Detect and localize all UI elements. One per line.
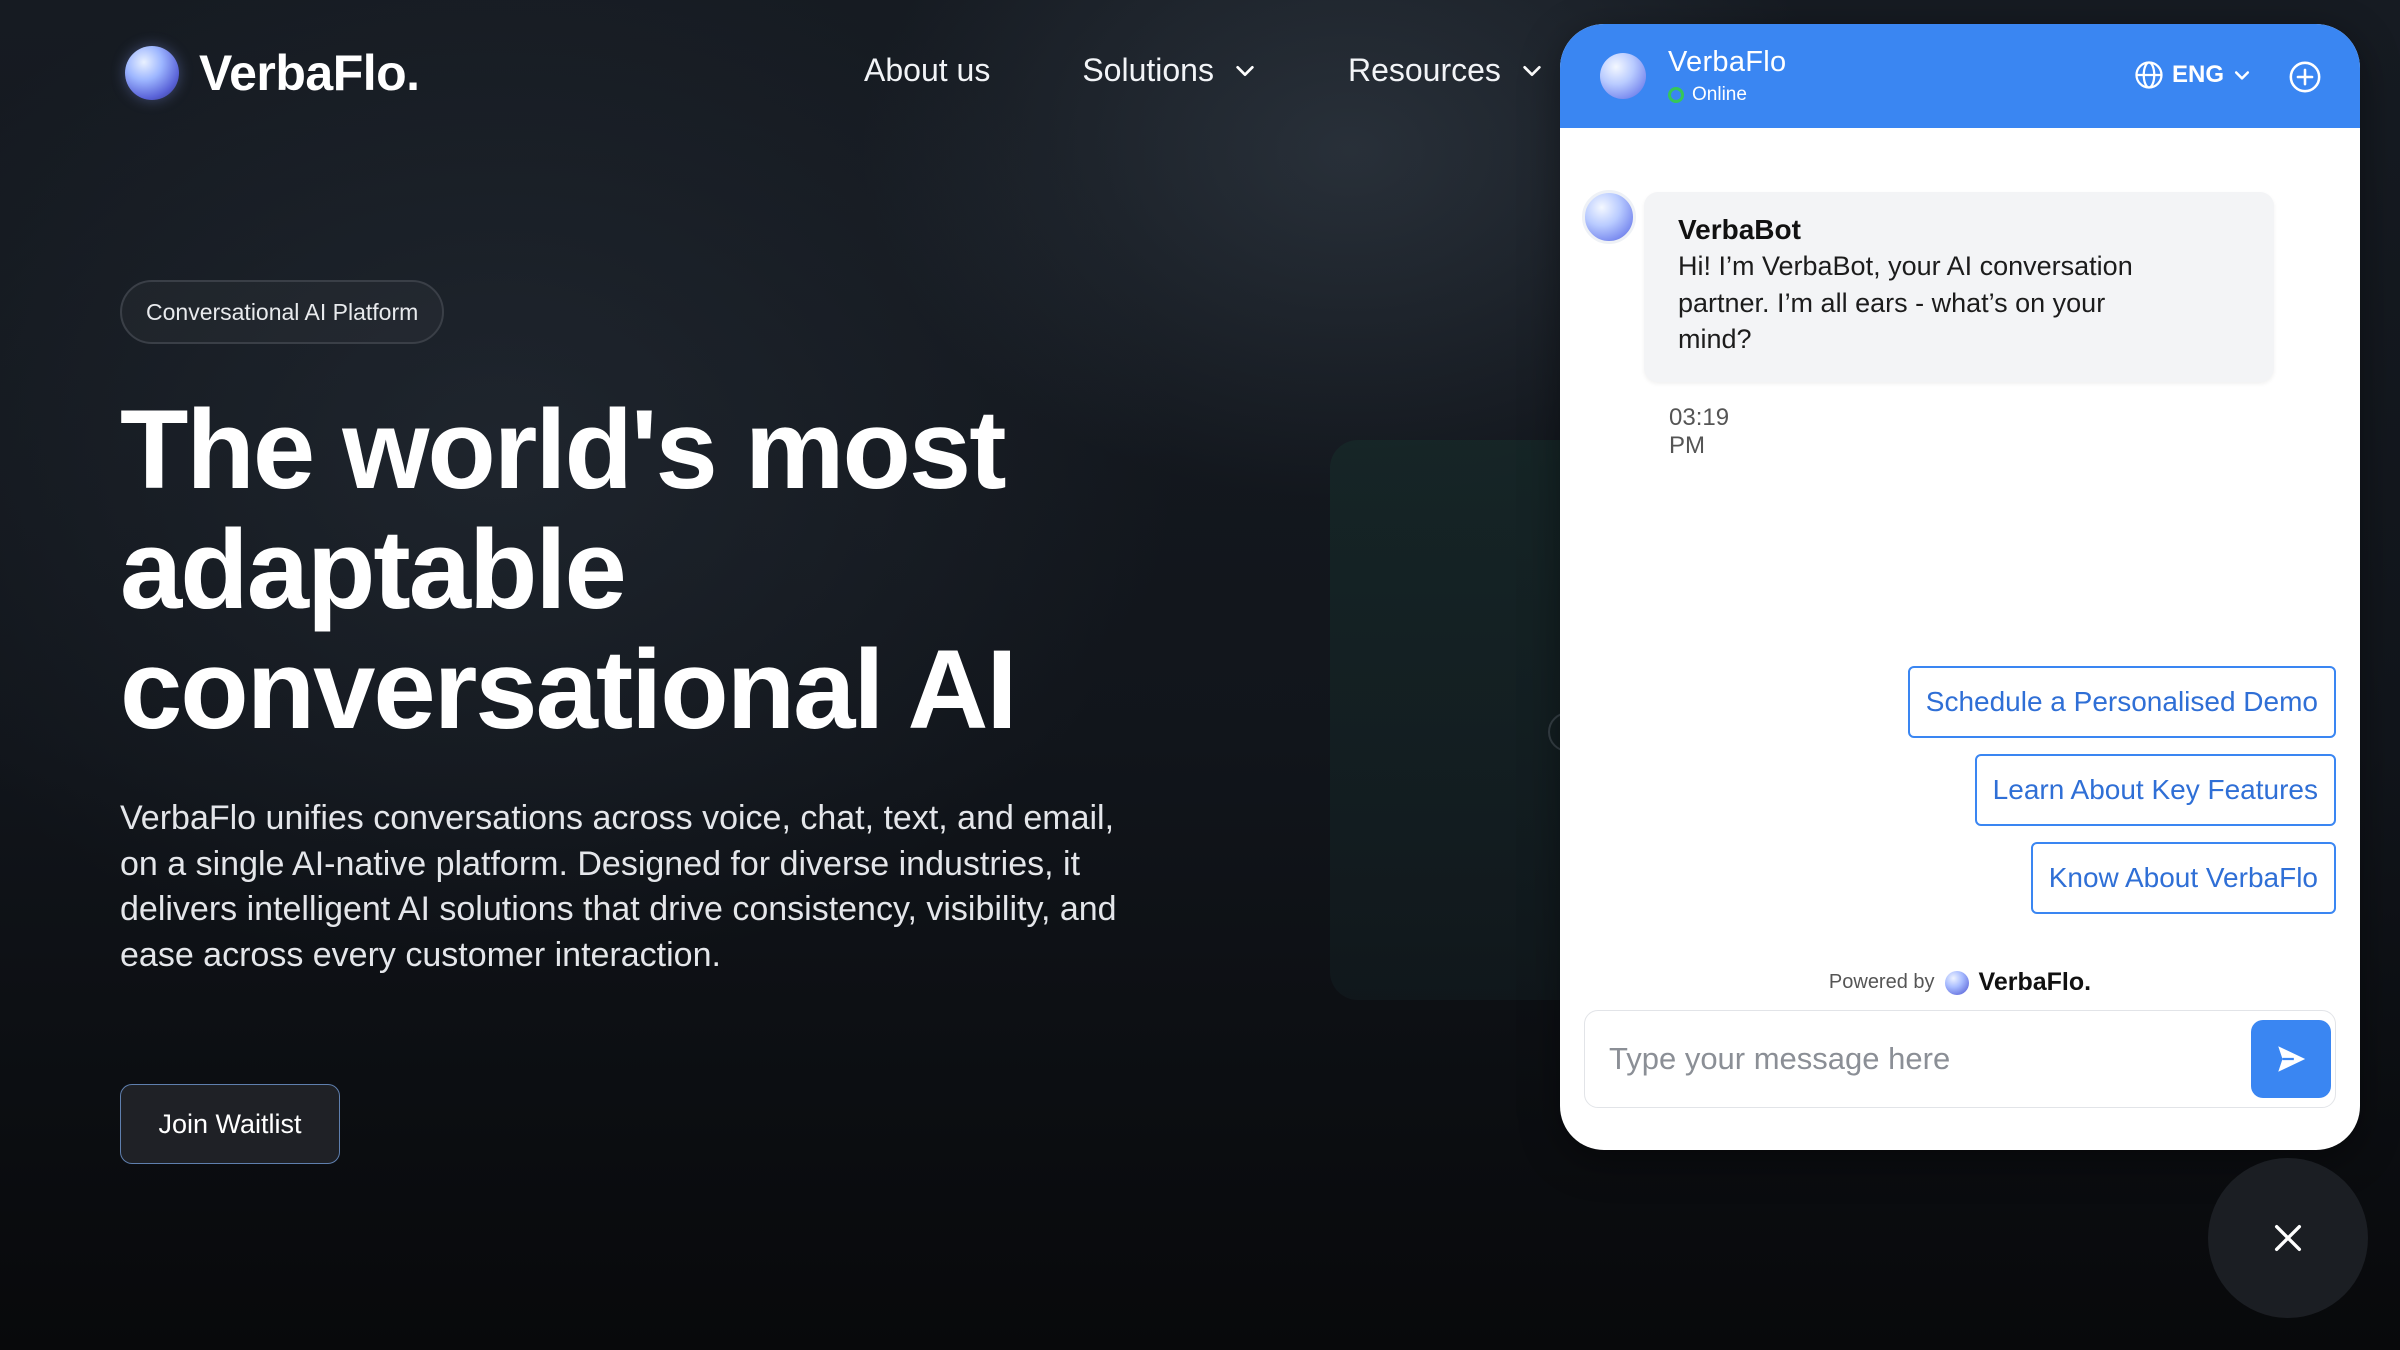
chat-header: VerbaFlo Online ENG <box>1560 24 2360 128</box>
language-label: ENG <box>2171 61 2224 88</box>
quick-reply-know-verbaflo[interactable]: Know About VerbaFlo <box>2030 842 2336 914</box>
powered-by-brand: VerbaFlo. <box>1978 968 2092 996</box>
chevron-down-icon <box>1236 65 1254 76</box>
brand-orb-icon <box>125 46 179 100</box>
chat-avatar <box>1600 53 1646 99</box>
headline-line-3: conversational AI <box>120 627 1017 752</box>
message-sender: VerbaBot <box>1678 214 1801 245</box>
nav-item-solutions[interactable]: Solutions <box>1082 52 1256 89</box>
main-nav: About us Solutions Resources <box>864 52 1635 89</box>
plus-circle-icon[interactable] <box>2288 60 2322 94</box>
brand-name: VerbaFlo. <box>199 45 420 101</box>
message-text: Hi! I’m VerbaBot, your AI conversation p… <box>1678 251 2133 354</box>
bot-message: VerbaBot Hi! I’m VerbaBot, your AI conve… <box>1582 166 2274 459</box>
close-icon <box>2274 1224 2302 1252</box>
send-button[interactable] <box>2251 1020 2331 1098</box>
bot-avatar <box>1582 190 1636 244</box>
chat-status-label: Online <box>1692 84 1747 105</box>
category-pill: Conversational AI Platform <box>120 280 445 344</box>
message-timestamp: 03:19 PM <box>1669 404 1730 459</box>
nav-item-label: Solutions <box>1082 52 1214 88</box>
quick-reply-schedule-demo[interactable]: Schedule a Personalised Demo <box>1907 666 2336 738</box>
language-selector[interactable]: ENG <box>2134 60 2252 90</box>
brand-logo[interactable]: VerbaFlo. <box>125 44 420 102</box>
close-chat-button[interactable] <box>2208 1158 2368 1318</box>
chat-status: Online <box>1668 84 1786 106</box>
powered-by-label: Powered by <box>1828 971 1935 993</box>
headline-line-1: The world's most <box>120 387 1007 512</box>
join-waitlist-button[interactable]: Join Waitlist <box>120 1084 340 1164</box>
message-composer <box>1584 1010 2336 1108</box>
chat-title: VerbaFlo <box>1668 46 1787 78</box>
message-input[interactable] <box>1609 1041 2251 1077</box>
hero-description: VerbaFlo unifies conversations across vo… <box>120 799 1117 974</box>
globe-icon <box>2135 61 2163 89</box>
nav-item-label: About us <box>864 52 991 88</box>
send-icon <box>2278 1046 2306 1072</box>
nav-item-about-us[interactable]: About us <box>864 52 990 89</box>
chat-widget: VerbaFlo Online ENG VerbaBot Hi! I’m Ver <box>1560 24 2360 1150</box>
chevron-down-icon <box>1523 65 1541 76</box>
message-bubble: VerbaBot Hi! I’m VerbaBot, your AI conve… <box>1644 192 2274 382</box>
online-status-icon <box>1668 87 1684 103</box>
powered-by-logo-icon <box>1944 970 1969 995</box>
nav-item-label: Resources <box>1347 52 1501 88</box>
quick-reply-key-features[interactable]: Learn About Key Features <box>1974 754 2336 826</box>
powered-by: Powered by VerbaFlo. <box>1560 968 2360 997</box>
nav-item-resources[interactable]: Resources <box>1348 52 1543 89</box>
hero-headline: The world's most adaptable conversationa… <box>120 390 1220 750</box>
chevron-down-icon <box>2234 71 2250 80</box>
headline-line-2: adaptable <box>120 507 627 632</box>
